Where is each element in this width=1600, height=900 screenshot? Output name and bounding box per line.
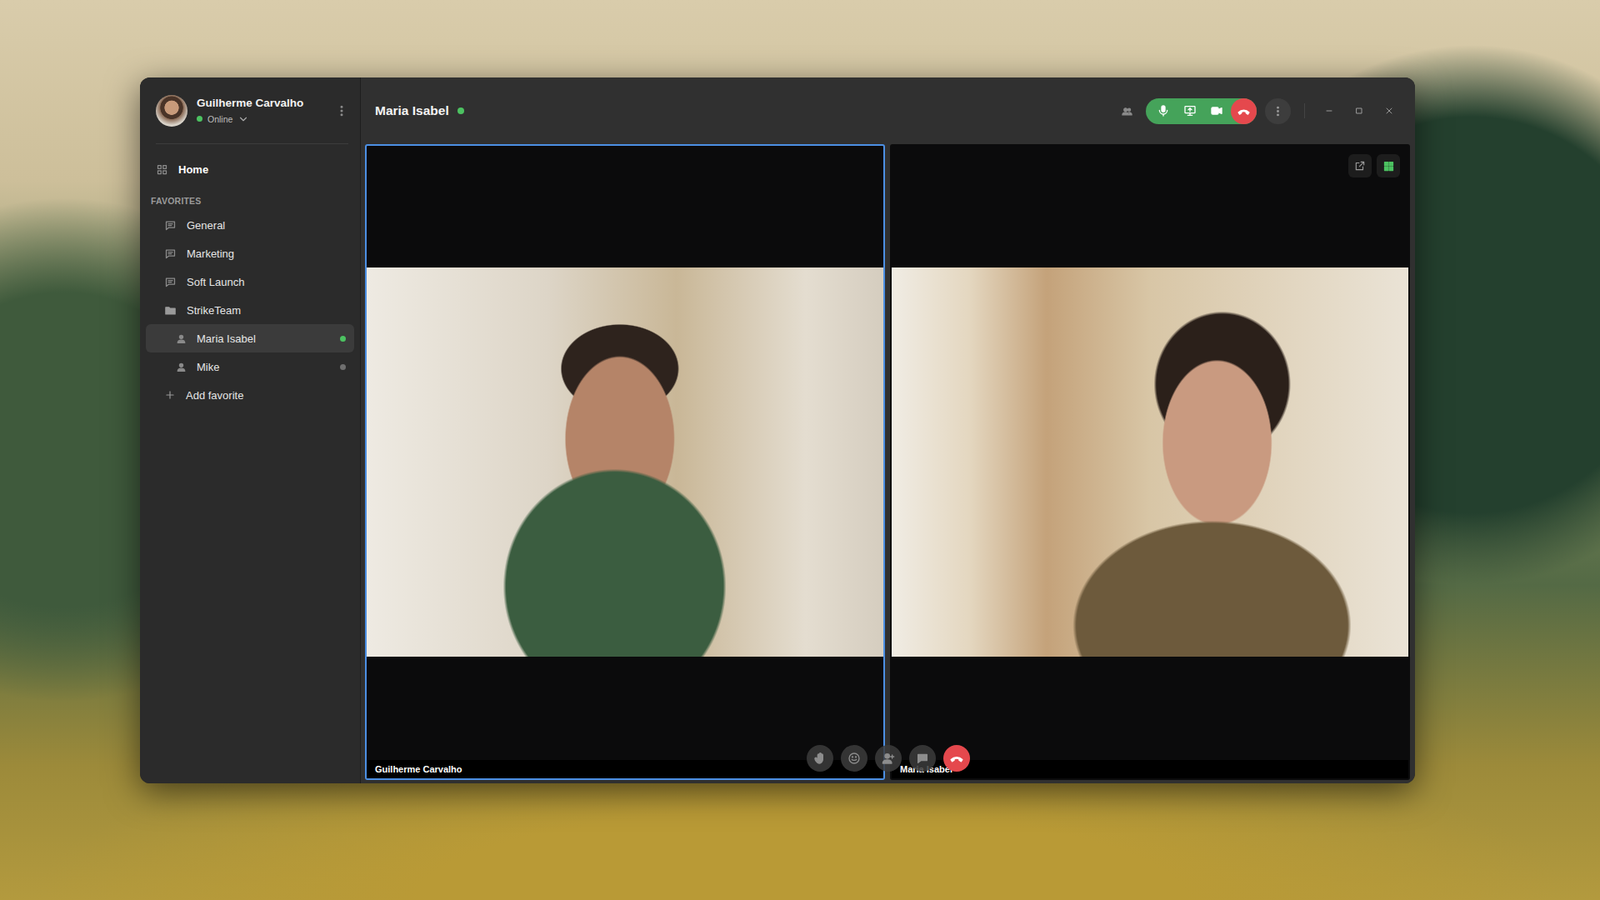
item-kind	[164, 219, 177, 232]
add-favorite-button[interactable]: Add favorite	[145, 380, 355, 410]
add-person-icon	[881, 751, 895, 765]
open-folder-icon	[164, 304, 177, 317]
mic-button[interactable]	[1150, 98, 1176, 125]
home-item[interactable]: Home	[145, 154, 355, 185]
chat-icon	[915, 751, 930, 765]
status-dot	[196, 115, 203, 122]
hand-icon	[813, 751, 827, 765]
video-frame	[891, 267, 1409, 658]
grid-icon	[155, 163, 169, 176]
smiley-icon	[847, 751, 861, 765]
item-label: StrikeTeam	[186, 304, 346, 317]
screen-share-icon	[1183, 104, 1197, 118]
video-tile[interactable]: Guilherme Carvalho	[365, 144, 885, 780]
item-label: Marketing	[186, 247, 346, 260]
item-kind	[164, 304, 177, 317]
item-kind	[164, 275, 177, 289]
member-label: Maria Isabel	[196, 332, 330, 345]
sidebar-item[interactable]: Marketing	[145, 239, 355, 268]
chevron-down-icon[interactable]	[237, 113, 250, 125]
people-icon	[1120, 105, 1134, 118]
user-status[interactable]: Online	[196, 113, 326, 125]
close-icon	[1384, 105, 1395, 116]
video-frame	[366, 267, 884, 658]
phone-hang-up-icon	[1236, 104, 1251, 119]
home-label: Home	[178, 163, 346, 176]
presence-dot	[457, 107, 465, 115]
plus-icon	[164, 389, 176, 401]
item-label: General	[186, 219, 346, 232]
chat-icon	[164, 275, 177, 289]
sidebar-nav: Home FAVORITES General Marketing Soft Launch…	[140, 144, 360, 410]
call-panel: Maria Isabel Guilherme Carvalho Maria Isab…	[360, 77, 1415, 784]
sidebar-item[interactable]: General	[145, 210, 355, 240]
person-icon	[175, 361, 187, 373]
member-item[interactable]: Maria Isabel	[145, 324, 355, 353]
presence-dot	[340, 335, 346, 342]
video-stage: Guilherme Carvalho Maria Isabel	[360, 144, 1415, 784]
item-label: Soft Launch	[186, 275, 346, 289]
popout-button[interactable]	[1348, 154, 1372, 178]
chat-icon	[164, 247, 177, 260]
camera-icon	[1210, 104, 1224, 118]
sidebar-item[interactable]: StrikeTeam	[145, 295, 355, 325]
more-button[interactable]	[1265, 98, 1291, 125]
phone-hang-up-icon	[949, 750, 965, 766]
person-icon	[175, 333, 187, 345]
user-info: Guilherme Carvalho Online	[196, 96, 326, 125]
user-avatar[interactable]	[155, 95, 188, 127]
call-toolbar	[806, 745, 970, 772]
section-title: FAVORITES	[145, 184, 355, 211]
grid-icon	[1382, 160, 1395, 173]
minimize-button[interactable]	[1318, 100, 1340, 122]
participant-name: Guilherme Carvalho	[375, 764, 463, 775]
hang-up-button[interactable]	[1230, 98, 1257, 125]
kebab-menu-icon[interactable]	[335, 104, 349, 118]
reactions-button[interactable]	[840, 745, 868, 772]
sidebar-item[interactable]: Soft Launch	[145, 267, 355, 296]
hang-up-button[interactable]	[943, 745, 970, 772]
separator	[1304, 103, 1305, 119]
presence-dot	[340, 364, 346, 370]
member-item[interactable]: Mike	[145, 352, 355, 381]
video-tile[interactable]: Maria Isabel	[890, 144, 1410, 780]
tile-label: Guilherme Carvalho	[366, 760, 884, 779]
minimize-icon	[1324, 105, 1335, 116]
kebab-menu-icon	[1271, 105, 1285, 118]
call-controls	[1145, 98, 1257, 125]
tile-label: Maria Isabel	[891, 760, 1409, 779]
call-title: Maria Isabel	[375, 103, 450, 119]
add-person-button[interactable]	[875, 745, 902, 772]
popout-icon	[1354, 160, 1366, 172]
chat-icon	[164, 219, 177, 232]
grid-layout-button[interactable]	[1376, 154, 1400, 178]
microphone-icon	[1156, 104, 1170, 118]
participants-button[interactable]	[1115, 100, 1138, 122]
close-button[interactable]	[1378, 100, 1400, 122]
item-kind	[164, 247, 177, 260]
chat-button[interactable]	[909, 745, 936, 772]
member-label: Mike	[196, 360, 330, 374]
maximize-icon	[1354, 105, 1365, 116]
call-header: Maria Isabel	[360, 77, 1415, 145]
sidebar: Guilherme Carvalho Online Home FAVORITES Gen…	[140, 77, 361, 784]
raise-hand-button[interactable]	[806, 745, 834, 772]
app-window: Guilherme Carvalho Online Home FAVORITES Gen…	[140, 77, 1415, 784]
status-label: Online	[207, 114, 233, 125]
user-name: Guilherme Carvalho	[196, 96, 326, 110]
add-favorite-label: Add favorite	[185, 389, 346, 402]
maximize-button[interactable]	[1348, 100, 1370, 122]
user-header: Guilherme Carvalho Online	[155, 77, 349, 145]
share-screen-button[interactable]	[1177, 98, 1203, 125]
camera-button[interactable]	[1204, 98, 1230, 125]
tile-tools	[1348, 154, 1400, 178]
